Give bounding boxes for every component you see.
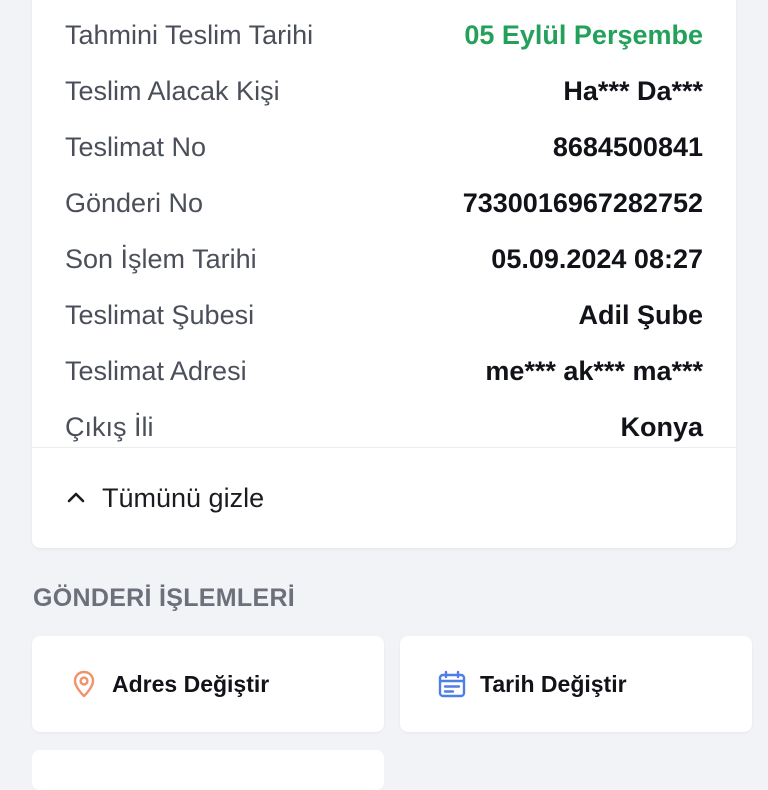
recipient-value: Ha*** Da*** [563, 75, 703, 106]
detail-row-shipment-no: Gönderi No 7330016967282752 [65, 183, 703, 223]
detail-label: Son İşlem Tarihi [65, 243, 257, 274]
change-address-button[interactable]: Adres Değiştir [32, 636, 384, 732]
detail-row-delivery-branch: Teslimat Şubesi Adil Şube [65, 295, 703, 335]
detail-row-estimated-delivery: Tahmini Teslim Tarihi 05 Eylül Perşembe [65, 15, 703, 55]
origin-city-value: Konya [620, 411, 703, 442]
hide-all-label: Tümünü gizle [102, 482, 265, 513]
divider [32, 447, 736, 448]
detail-label: Gönderi No [65, 187, 204, 218]
shipment-details-card: Tahmini Teslim Tarihi 05 Eylül Perşembe … [32, 0, 736, 548]
change-date-label: Tarih Değiştir [480, 670, 627, 697]
change-date-button[interactable]: Tarih Değiştir [400, 636, 752, 732]
hide-all-toggle[interactable]: Tümünü gizle [64, 478, 264, 518]
estimated-delivery-value: 05 Eylül Perşembe [464, 19, 703, 50]
detail-label: Teslimat Şubesi [65, 299, 255, 330]
detail-row-recipient: Teslim Alacak Kişi Ha*** Da*** [65, 71, 703, 111]
chevron-up-icon [67, 492, 85, 503]
delivery-address-value: me*** ak*** ma*** [485, 355, 703, 386]
location-pin-icon [73, 670, 95, 698]
detail-row-last-operation-date: Son İşlem Tarihi 05.09.2024 08:27 [65, 239, 703, 279]
detail-label: Teslimat Adresi [65, 355, 247, 386]
detail-label: Teslimat No [65, 131, 207, 162]
detail-label: Teslim Alacak Kişi [65, 75, 280, 106]
delivery-branch-value: Adil Şube [578, 299, 703, 330]
last-operation-date-value: 05.09.2024 08:27 [491, 243, 703, 274]
detail-row-delivery-address: Teslimat Adresi me*** ak*** ma*** [65, 351, 703, 391]
shipment-no-value: 7330016967282752 [462, 187, 703, 218]
detail-label: Tahmini Teslim Tarihi [65, 19, 314, 50]
change-address-label: Adres Değiştir [112, 670, 270, 697]
detail-row-delivery-no: Teslimat No 8684500841 [65, 127, 703, 167]
delivery-no-value: 8684500841 [552, 131, 703, 162]
calendar-icon [438, 670, 466, 698]
action-card-partial[interactable] [32, 750, 384, 790]
detail-label: Çıkış İli [65, 411, 154, 442]
detail-row-origin-city: Çıkış İli Konya [65, 407, 703, 447]
section-title-shipment-operations: GÖNDERİ İŞLEMLERİ [33, 584, 296, 612]
